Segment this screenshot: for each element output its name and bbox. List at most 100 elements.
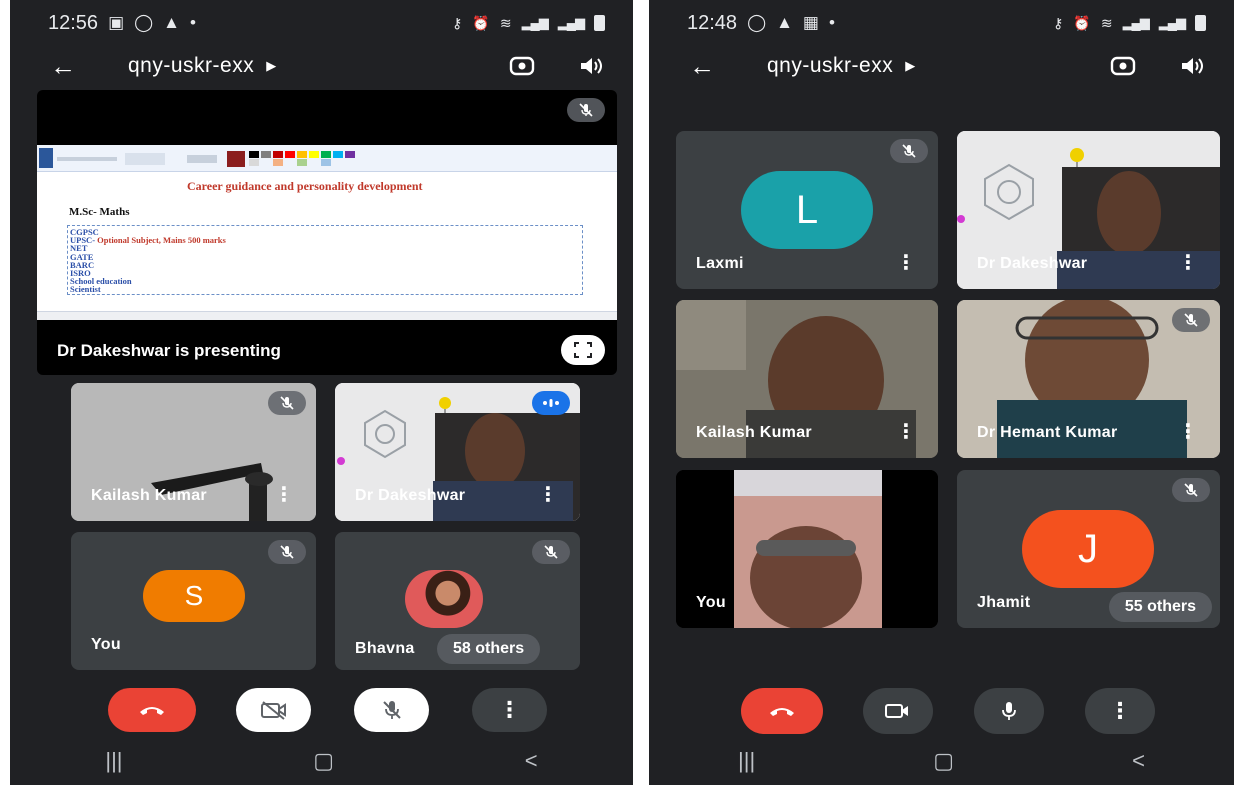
mic-off-icon — [268, 540, 306, 564]
end-call-icon — [140, 707, 164, 715]
back-arrow-icon[interactable]: ← — [50, 51, 76, 82]
fullscreen-button[interactable] — [561, 335, 605, 365]
battery-icon — [1195, 15, 1206, 31]
caret-right-icon[interactable]: ▶ — [905, 58, 915, 74]
status-time: 12:56 — [48, 11, 99, 34]
recents-icon[interactable]: ||| — [105, 748, 122, 774]
participant-name: You — [696, 594, 726, 611]
others-count[interactable]: 58 others — [437, 634, 541, 664]
more-options-button[interactable]: ⋮ — [472, 688, 547, 732]
more-options-icon[interactable]: ⋮ — [896, 419, 916, 444]
slide-note: Optional Subject, Mains 500 marks — [97, 235, 226, 246]
participant-tile-kailash[interactable]: Kailash Kumar ⋮ — [676, 300, 938, 458]
more-options-button[interactable]: ⋮ — [1085, 688, 1155, 734]
participant-tile-kailash[interactable]: Kailash Kumar ⋮ — [71, 383, 316, 521]
editor-status-bar — [37, 311, 617, 320]
key-icon: ⚷ — [452, 14, 463, 31]
mic-toggle-button[interactable] — [354, 688, 429, 732]
more-options-icon[interactable]: ⋮ — [274, 482, 294, 507]
participant-name: Laxmi — [696, 255, 744, 272]
participant-tile-jhamit[interactable]: J Jhamit 55 others — [957, 470, 1220, 628]
alarm-icon: ⏰ — [1073, 14, 1091, 31]
mic-off-icon — [567, 98, 605, 122]
switch-camera-icon[interactable] — [1110, 55, 1136, 77]
slide-list-item: ISRO — [70, 268, 91, 279]
home-icon[interactable]: ▢ — [313, 748, 334, 774]
editor-ribbon — [37, 145, 617, 172]
android-nav-bar: ||| ▢ < — [649, 737, 1234, 785]
wifi-icon: ≋ — [499, 14, 512, 31]
signal-icon: ▂▄▆ — [521, 15, 549, 30]
avatar: L — [741, 171, 873, 249]
participant-tile-you[interactable]: S You — [71, 532, 316, 670]
android-nav-bar: ||| ▢ < — [10, 737, 633, 785]
mic-off-icon — [532, 540, 570, 564]
mic-toggle-button[interactable] — [974, 688, 1044, 734]
mic-off-icon — [1172, 478, 1210, 502]
presentation-tile[interactable]: Career guidance and personality developm… — [37, 90, 617, 375]
signal-2-icon: ▂▄▆ — [557, 15, 585, 30]
speaking-indicator-icon — [532, 391, 570, 415]
gallery-icon: ▣ — [108, 13, 125, 32]
participant-tile-dakeshwar[interactable]: Dr Dakeshwar ⋮ — [957, 131, 1220, 289]
camera-toggle-button[interactable] — [863, 688, 933, 734]
alarm-icon: ⏰ — [472, 14, 490, 31]
mic-icon — [1002, 702, 1016, 720]
mic-off-icon — [382, 701, 401, 719]
fullscreen-icon — [574, 342, 592, 358]
participant-name: Jhamit — [977, 594, 1031, 611]
home-icon[interactable]: ▢ — [933, 748, 954, 774]
status-time: 12:48 — [687, 11, 738, 34]
avatar: J — [1022, 510, 1154, 588]
participant-name: Dr Dakeshwar — [977, 255, 1088, 272]
slide-list: CGPSC UPSC- Optional Subject, Mains 500 … — [67, 225, 583, 295]
mic-off-icon — [890, 139, 928, 163]
nav-back-icon[interactable]: < — [1132, 748, 1145, 774]
participant-tile-hemant[interactable]: Dr Hemant Kumar ⋮ — [957, 300, 1220, 458]
participant-tile-you[interactable]: You — [676, 470, 938, 628]
shared-slide: Career guidance and personality developm… — [37, 145, 617, 320]
camera-icon — [885, 704, 908, 718]
participant-name: Dr Hemant Kumar — [977, 424, 1118, 441]
more-options-icon[interactable]: ⋮ — [538, 482, 558, 507]
switch-camera-icon[interactable] — [509, 55, 535, 77]
end-call-button[interactable] — [741, 688, 823, 734]
meeting-app-bar: ← qny-uskr-exx ▶ — [649, 46, 1234, 86]
meeting-code[interactable]: qny-uskr-exx — [767, 54, 893, 78]
meeting-code[interactable]: qny-uskr-exx — [128, 54, 254, 78]
camera-toggle-button[interactable] — [236, 688, 311, 732]
more-options-icon[interactable]: ⋮ — [896, 250, 916, 275]
slide-list-item: Scientist — [70, 284, 101, 295]
status-bar: 12:56 ▣ ◯ ▲ • ⚷ ⏰ ≋ ▂▄▆ ▂▄▆ — [10, 6, 633, 40]
whatsapp-icon: ◯ — [747, 13, 767, 32]
mic-off-icon — [1172, 308, 1210, 332]
key-icon: ⚷ — [1053, 14, 1064, 31]
more-vert-icon: ⋮ — [498, 697, 521, 722]
speaker-icon[interactable] — [1180, 56, 1204, 76]
participant-name: You — [91, 636, 121, 653]
slide-list-item: School education — [70, 276, 132, 287]
caret-right-icon[interactable]: ▶ — [266, 58, 276, 74]
notification-dot-icon: • — [189, 13, 196, 32]
speaker-icon[interactable] — [579, 56, 603, 76]
participant-tile-bhavna[interactable]: Bhavna 58 others — [335, 532, 580, 670]
more-options-icon[interactable]: ⋮ — [1178, 419, 1198, 444]
signal-2-icon: ▂▄▆ — [1158, 15, 1186, 30]
left-phone-screen: 12:56 ▣ ◯ ▲ • ⚷ ⏰ ≋ ▂▄▆ ▂▄▆ ← qny-uskr-e… — [10, 0, 633, 785]
slide-subheading: M.Sc- Maths — [69, 206, 130, 218]
end-call-button[interactable] — [108, 688, 196, 732]
participant-tile-laxmi[interactable]: L Laxmi ⋮ — [676, 131, 938, 289]
others-count[interactable]: 55 others — [1108, 592, 1212, 622]
participant-tile-dakeshwar[interactable]: Dr Dakeshwar ⋮ — [335, 383, 580, 521]
end-call-icon — [770, 708, 794, 716]
more-options-icon[interactable]: ⋮ — [1178, 250, 1198, 275]
participant-name: Kailash Kumar — [91, 487, 207, 504]
recents-icon[interactable]: ||| — [738, 748, 755, 774]
battery-icon — [594, 15, 605, 31]
nav-back-icon[interactable]: < — [525, 748, 538, 774]
sim-icon: ▦ — [802, 13, 819, 32]
wifi-icon: ≋ — [1100, 14, 1113, 31]
slide-list-item: GATE — [70, 251, 94, 262]
right-phone-screen: 12:48 ◯ ▲ ▦ • ⚷ ⏰ ≋ ▂▄▆ ▂▄▆ ← qny-uskr-e… — [649, 0, 1234, 785]
back-arrow-icon[interactable]: ← — [689, 51, 715, 82]
